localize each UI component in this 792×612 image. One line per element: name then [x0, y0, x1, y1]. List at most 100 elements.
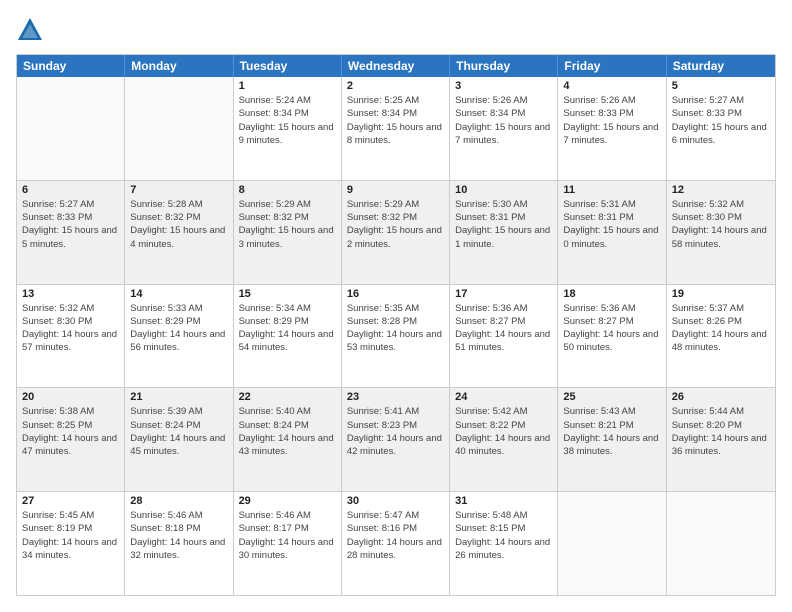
calendar-row: 20Sunrise: 5:38 AMSunset: 8:25 PMDayligh… — [17, 387, 775, 491]
calendar-cell: 22Sunrise: 5:40 AMSunset: 8:24 PMDayligh… — [234, 388, 342, 491]
header-day: Sunday — [17, 55, 125, 77]
calendar: SundayMondayTuesdayWednesdayThursdayFrid… — [16, 54, 776, 596]
calendar-cell: 12Sunrise: 5:32 AMSunset: 8:30 PMDayligh… — [667, 181, 775, 284]
daylight: Daylight: 15 hours and 7 minutes. — [563, 121, 660, 148]
sunset: Sunset: 8:33 PM — [563, 107, 660, 120]
sunset: Sunset: 8:29 PM — [239, 315, 336, 328]
daylight: Daylight: 15 hours and 6 minutes. — [672, 121, 770, 148]
logo-icon — [16, 16, 44, 44]
sunrise: Sunrise: 5:41 AM — [347, 405, 444, 418]
sunrise: Sunrise: 5:47 AM — [347, 509, 444, 522]
daylight: Daylight: 14 hours and 42 minutes. — [347, 432, 444, 459]
daylight: Daylight: 14 hours and 28 minutes. — [347, 536, 444, 563]
calendar-row: 27Sunrise: 5:45 AMSunset: 8:19 PMDayligh… — [17, 491, 775, 595]
day-number: 10 — [455, 184, 552, 196]
calendar-cell: 21Sunrise: 5:39 AMSunset: 8:24 PMDayligh… — [125, 388, 233, 491]
sunrise: Sunrise: 5:30 AM — [455, 198, 552, 211]
calendar-cell: 1Sunrise: 5:24 AMSunset: 8:34 PMDaylight… — [234, 77, 342, 180]
sunset: Sunset: 8:31 PM — [563, 211, 660, 224]
daylight: Daylight: 15 hours and 5 minutes. — [22, 224, 119, 251]
sunrise: Sunrise: 5:38 AM — [22, 405, 119, 418]
daylight: Daylight: 15 hours and 0 minutes. — [563, 224, 660, 251]
calendar-cell: 17Sunrise: 5:36 AMSunset: 8:27 PMDayligh… — [450, 285, 558, 388]
daylight: Daylight: 14 hours and 53 minutes. — [347, 328, 444, 355]
day-number: 16 — [347, 288, 444, 300]
sunset: Sunset: 8:24 PM — [130, 419, 227, 432]
day-number: 13 — [22, 288, 119, 300]
calendar-cell — [667, 492, 775, 595]
daylight: Daylight: 14 hours and 50 minutes. — [563, 328, 660, 355]
day-number: 30 — [347, 495, 444, 507]
sunrise: Sunrise: 5:46 AM — [130, 509, 227, 522]
sunset: Sunset: 8:30 PM — [22, 315, 119, 328]
calendar-cell: 4Sunrise: 5:26 AMSunset: 8:33 PMDaylight… — [558, 77, 666, 180]
calendar-cell: 6 Sunrise: 5:27 AMSunset: 8:33 PMDaylight… — [17, 181, 125, 284]
sunset: Sunset: 8:32 PM — [347, 211, 444, 224]
daylight: Daylight: 14 hours and 43 minutes. — [239, 432, 336, 459]
header-day: Thursday — [450, 55, 558, 77]
day-number: 3 — [455, 80, 552, 92]
daylight: Daylight: 15 hours and 3 minutes. — [239, 224, 336, 251]
sunrise: Sunrise: 5:29 AM — [239, 198, 336, 211]
day-number: 11 — [563, 184, 660, 196]
calendar-cell: 16Sunrise: 5:35 AMSunset: 8:28 PMDayligh… — [342, 285, 450, 388]
sunset: Sunset: 8:32 PM — [239, 211, 336, 224]
header — [16, 16, 776, 44]
sunset: Sunset: 8:33 PM — [672, 107, 770, 120]
daylight: Daylight: 14 hours and 45 minutes. — [130, 432, 227, 459]
day-number: 4 — [563, 80, 660, 92]
daylight: Daylight: 14 hours and 56 minutes. — [130, 328, 227, 355]
sunrise: Sunrise: 5:27 AM — [22, 198, 119, 211]
sunrise: Sunrise: 5:36 AM — [563, 302, 660, 315]
calendar-cell: 15Sunrise: 5:34 AMSunset: 8:29 PMDayligh… — [234, 285, 342, 388]
daylight: Daylight: 14 hours and 36 minutes. — [672, 432, 770, 459]
calendar-cell: 7Sunrise: 5:28 AMSunset: 8:32 PMDaylight… — [125, 181, 233, 284]
calendar-cell: 2Sunrise: 5:25 AMSunset: 8:34 PMDaylight… — [342, 77, 450, 180]
day-number: 24 — [455, 391, 552, 403]
sunset: Sunset: 8:29 PM — [130, 315, 227, 328]
sunset: Sunset: 8:33 PM — [22, 211, 119, 224]
sunset: Sunset: 8:34 PM — [239, 107, 336, 120]
daylight: Daylight: 14 hours and 47 minutes. — [22, 432, 119, 459]
daylight: Daylight: 14 hours and 51 minutes. — [455, 328, 552, 355]
sunrise: Sunrise: 5:33 AM — [130, 302, 227, 315]
sunrise: Sunrise: 5:32 AM — [672, 198, 770, 211]
day-number: 17 — [455, 288, 552, 300]
sunset: Sunset: 8:18 PM — [130, 522, 227, 535]
daylight: Daylight: 15 hours and 7 minutes. — [455, 121, 552, 148]
day-number: 6 — [22, 184, 119, 196]
day-number: 28 — [130, 495, 227, 507]
day-number: 19 — [672, 288, 770, 300]
sunrise: Sunrise: 5:48 AM — [455, 509, 552, 522]
daylight: Daylight: 14 hours and 48 minutes. — [672, 328, 770, 355]
calendar-row: 6Sunrise: 5:27 AMSunset: 8:33 PMDaylight… — [17, 180, 775, 284]
sunset: Sunset: 8:32 PM — [130, 211, 227, 224]
sunset: Sunset: 8:20 PM — [672, 419, 770, 432]
sunset: Sunset: 8:34 PM — [455, 107, 552, 120]
sunset: Sunset: 8:28 PM — [347, 315, 444, 328]
calendar-header: SundayMondayTuesdayWednesdayThursdayFrid… — [17, 55, 775, 77]
sunset: Sunset: 8:17 PM — [239, 522, 336, 535]
calendar-cell: 9Sunrise: 5:29 AMSunset: 8:32 PMDaylight… — [342, 181, 450, 284]
day-number: 15 — [239, 288, 336, 300]
sunrise: Sunrise: 5:43 AM — [563, 405, 660, 418]
calendar-cell: 13Sunrise: 5:32 AMSunset: 8:30 PMDayligh… — [17, 285, 125, 388]
header-day: Tuesday — [234, 55, 342, 77]
calendar-cell: 24Sunrise: 5:42 AMSunset: 8:22 PMDayligh… — [450, 388, 558, 491]
sunrise: Sunrise: 5:28 AM — [130, 198, 227, 211]
day-number: 1 — [239, 80, 336, 92]
header-day: Saturday — [667, 55, 775, 77]
day-number: 31 — [455, 495, 552, 507]
day-number: 8 — [239, 184, 336, 196]
day-number: 25 — [563, 391, 660, 403]
header-day: Monday — [125, 55, 233, 77]
calendar-cell: 5Sunrise: 5:27 AMSunset: 8:33 PMDaylight… — [667, 77, 775, 180]
sunrise: Sunrise: 5:27 AM — [672, 94, 770, 107]
calendar-cell — [17, 77, 125, 180]
sunrise: Sunrise: 5:40 AM — [239, 405, 336, 418]
calendar-cell — [125, 77, 233, 180]
day-number: 29 — [239, 495, 336, 507]
sunset: Sunset: 8:21 PM — [563, 419, 660, 432]
sunrise: Sunrise: 5:46 AM — [239, 509, 336, 522]
day-number: 20 — [22, 391, 119, 403]
